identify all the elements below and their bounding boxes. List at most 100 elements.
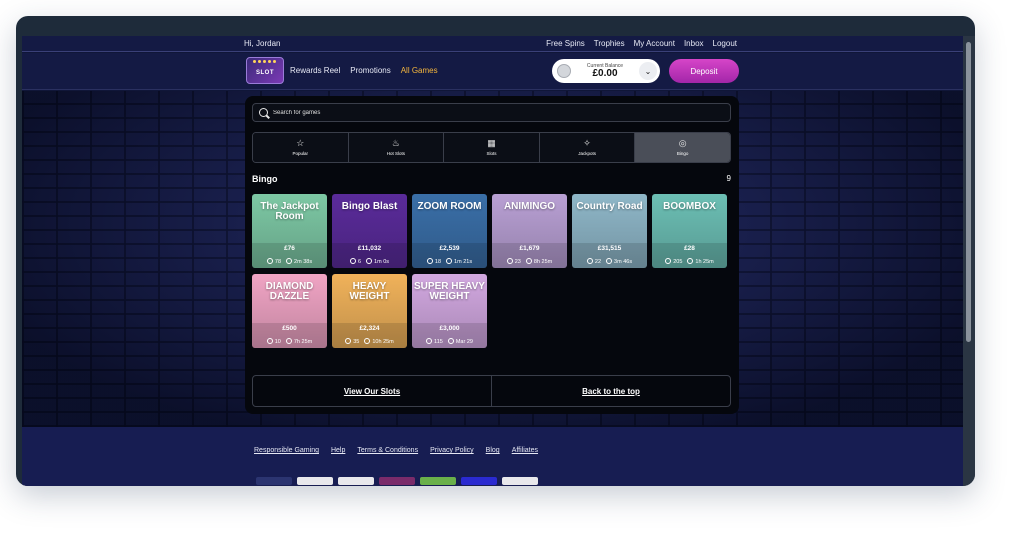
section-count: 9 [726, 174, 731, 183]
players-icon [665, 258, 672, 264]
game-info: £11,032 6 1m 0s [332, 243, 407, 268]
game-tile[interactable]: BOOMBOX £28 205 1h 25m [652, 194, 727, 268]
site-header: SLOT Rewards Reel Promotions All Games C… [22, 53, 963, 90]
free-spins-link[interactable]: Free Spins [546, 39, 585, 48]
players-icon [426, 338, 433, 344]
logo-text: SLOT [256, 69, 274, 76]
tab-label: Jackpots [578, 151, 596, 156]
logo-lights [253, 60, 276, 63]
players-icon [426, 258, 433, 264]
view-slots-button[interactable]: View Our Slots [253, 376, 492, 406]
bingo-ball-icon: ◎ [678, 138, 687, 148]
deposit-button[interactable]: Deposit [669, 59, 739, 83]
flame-icon: ♨ [391, 138, 400, 148]
next-game-time: 8h 25m [525, 258, 552, 265]
tab-hot-slots[interactable]: ♨ Hot Slots [348, 133, 445, 162]
clock-icon [364, 338, 371, 344]
inbox-link[interactable]: Inbox [684, 39, 704, 48]
game-meta: 18 1m 21s [412, 258, 487, 265]
back-to-top-button[interactable]: Back to the top [492, 376, 730, 406]
game-tile[interactable]: HEAVY WEIGHT £2,324 35 10h 25m [332, 274, 407, 348]
game-prize: £1,679 [519, 245, 540, 252]
tab-label: Slots [486, 151, 497, 156]
balance-text: Current Balance £0.00 [571, 63, 639, 79]
tab-label: Hot Slots [386, 151, 406, 156]
logout-link[interactable]: Logout [713, 39, 737, 48]
game-prize: £500 [282, 325, 297, 332]
game-meta: 6 1m 0s [332, 258, 407, 265]
players-icon [266, 338, 273, 344]
game-tile[interactable]: The Jackpot Room £76 78 2m 38s [252, 194, 327, 268]
nav-all-games[interactable]: All Games [401, 66, 438, 75]
players-count: 115 [426, 338, 443, 345]
footer-link-blog[interactable]: Blog [486, 447, 500, 454]
tab-slots[interactable]: ▦ Slots [444, 133, 540, 162]
trophies-link[interactable]: Trophies [594, 39, 625, 48]
tab-bingo[interactable]: ◎ Bingo [635, 133, 730, 162]
footer-link-terms[interactable]: Terms & Conditions [357, 447, 418, 454]
players-count: 78 [266, 258, 281, 265]
players-count: 22 [586, 258, 601, 265]
tab-popular[interactable]: ☆ Popular [253, 133, 349, 162]
players-count: 205 [665, 258, 682, 265]
greeting-text: Hi, Jordan [244, 39, 281, 48]
clock-icon [446, 258, 453, 264]
game-info: £31,515 22 3m 46s [572, 243, 647, 268]
game-title: HEAVY WEIGHT [349, 281, 390, 302]
chevron-down-icon[interactable]: ⌄ [639, 62, 657, 80]
nav-rewards-reel[interactable]: Rewards Reel [290, 66, 340, 75]
game-prize: £76 [284, 245, 295, 252]
players-icon [506, 258, 513, 264]
game-info: £76 78 2m 38s [252, 243, 327, 268]
game-info: £28 205 1h 25m [652, 243, 727, 268]
game-tile[interactable]: ANIMINGO £1,679 23 8h 25m [492, 194, 567, 268]
payment-badge [420, 477, 456, 485]
payment-badge [502, 477, 538, 485]
game-meta: 23 8h 25m [492, 258, 567, 265]
footer-link-responsible-gaming[interactable]: Responsible Gaming [254, 447, 319, 454]
clock-icon [687, 258, 694, 264]
search-input[interactable] [273, 109, 713, 116]
section-title: Bingo [252, 174, 278, 184]
star-icon: ☆ [296, 138, 305, 148]
game-info: £1,679 23 8h 25m [492, 243, 567, 268]
game-title: BOOMBOX [663, 201, 716, 212]
clock-icon [447, 338, 454, 344]
game-tile[interactable]: Bingo Blast £11,032 6 1m 0s [332, 194, 407, 268]
coins-icon [557, 64, 571, 78]
page-scrollbar[interactable] [963, 36, 975, 486]
game-tile[interactable]: Country Road £31,515 22 3m 46s [572, 194, 647, 268]
game-tile[interactable]: SUPER HEAVY WEIGHT £3,000 115 Mar 29 [412, 274, 487, 348]
game-info: £2,324 35 10h 25m [332, 323, 407, 348]
search-icon [259, 108, 268, 117]
players-count: 10 [266, 338, 281, 345]
footer-link-help[interactable]: Help [331, 447, 345, 454]
game-prize: £11,032 [357, 245, 382, 252]
my-account-link[interactable]: My Account [634, 39, 675, 48]
search-bar[interactable] [252, 103, 731, 122]
next-game-time: Mar 29 [447, 338, 473, 345]
games-grid: The Jackpot Room £76 78 2m 38s Bingo Bla… [252, 194, 727, 348]
site-logo[interactable]: SLOT [246, 57, 284, 84]
game-tile[interactable]: ZOOM ROOM £2,539 18 1m 21s [412, 194, 487, 268]
balance-widget[interactable]: Current Balance £0.00 ⌄ [552, 59, 660, 83]
players-icon [345, 338, 352, 344]
players-count: 18 [426, 258, 441, 265]
next-game-time: 7h 25m [285, 338, 312, 345]
game-tile[interactable]: DIAMOND DAZZLE £500 10 7h 25m [252, 274, 327, 348]
game-prize: £2,324 [359, 325, 380, 332]
payment-badge [297, 477, 333, 485]
players-icon [349, 258, 356, 264]
nav-promotions[interactable]: Promotions [350, 66, 390, 75]
footer-link-privacy[interactable]: Privacy Policy [430, 447, 474, 454]
footer-link-affiliates[interactable]: Affiliates [512, 447, 538, 454]
tab-jackpots[interactable]: ✧ Jackpots [539, 133, 636, 162]
players-count: 23 [506, 258, 521, 265]
scroll-thumb[interactable] [966, 42, 971, 342]
game-meta: 22 3m 46s [572, 258, 647, 265]
game-meta: 115 Mar 29 [412, 338, 487, 345]
game-title: ZOOM ROOM [417, 201, 482, 212]
players-count: 6 [349, 258, 361, 265]
game-prize: £3,000 [439, 325, 460, 332]
next-game-time: 2m 38s [286, 258, 312, 265]
